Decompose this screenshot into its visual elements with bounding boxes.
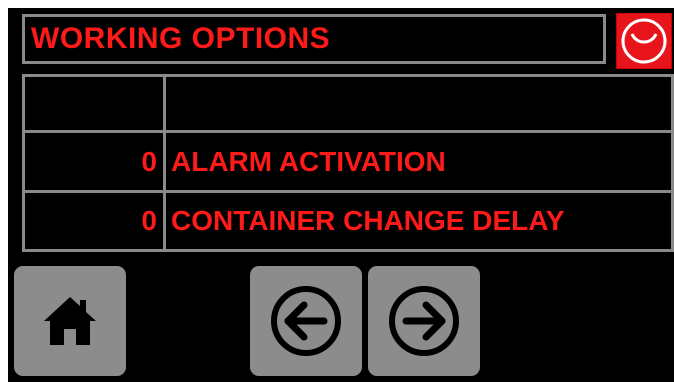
option-label <box>171 77 671 130</box>
arrow-right-circle-icon <box>389 286 459 356</box>
hmi-screen: WORKING OPTIONS 0 ALARM ACTIVATION 0 CON… <box>8 8 674 382</box>
page-title: WORKING OPTIONS <box>31 22 331 55</box>
option-value: 0 <box>141 145 157 177</box>
power-logo-icon <box>621 18 667 64</box>
table-row[interactable] <box>25 77 671 133</box>
option-label: ALARM ACTIVATION <box>171 145 446 177</box>
table-row[interactable]: 0 CONTAINER CHANGE DELAY <box>25 193 671 249</box>
logo-button[interactable] <box>616 13 672 69</box>
home-button[interactable] <box>14 266 126 376</box>
option-value: 0 <box>141 205 157 236</box>
table-row[interactable]: 0 ALARM ACTIVATION <box>25 133 671 193</box>
title-bar: WORKING OPTIONS <box>22 14 606 64</box>
home-icon <box>44 297 96 345</box>
option-value <box>25 77 157 130</box>
option-label: CONTAINER CHANGE DELAY <box>171 205 565 236</box>
previous-button[interactable] <box>250 266 362 376</box>
arrow-left-circle-icon <box>271 286 341 356</box>
next-button[interactable] <box>368 266 480 376</box>
options-table: 0 ALARM ACTIVATION 0 CONTAINER CHANGE DE… <box>22 74 674 252</box>
